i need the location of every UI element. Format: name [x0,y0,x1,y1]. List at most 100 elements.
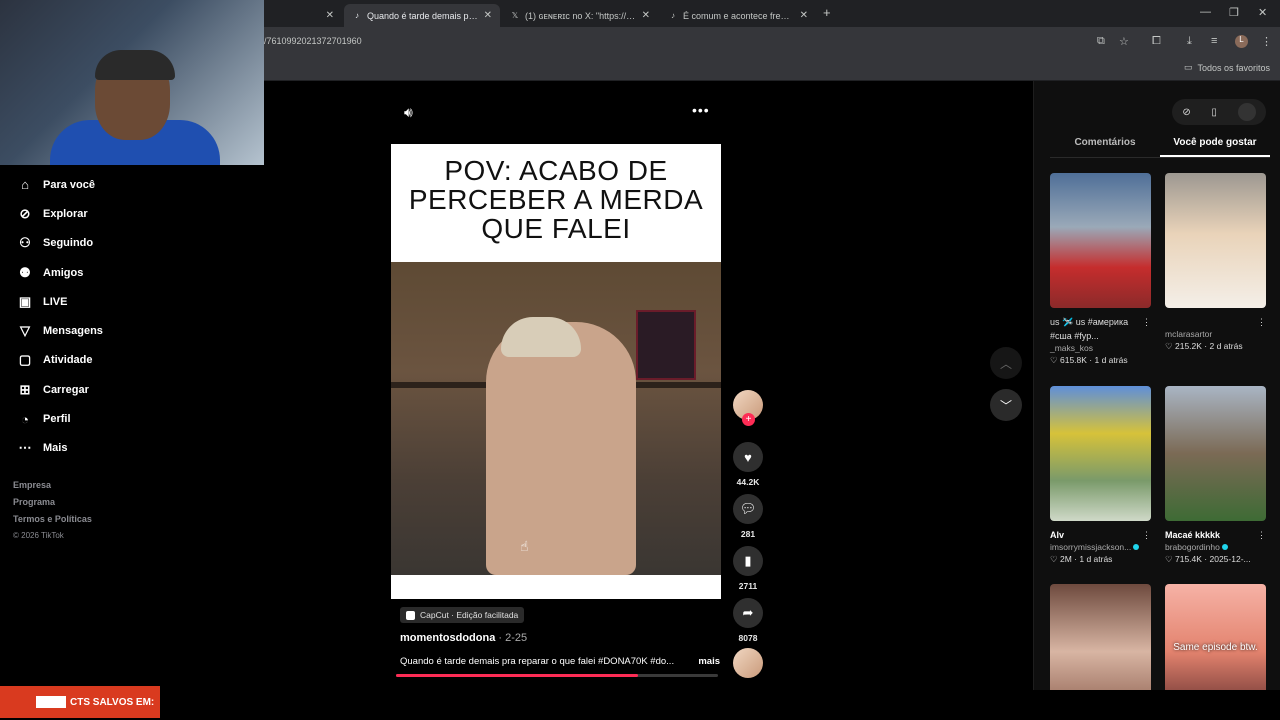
media-control-icon[interactable]: ≡ [1211,35,1217,47]
close-tab-icon[interactable]: ✕ [800,10,808,21]
heart-outline-icon: ♡ [1165,554,1175,564]
profile-avatar-icon[interactable]: L [1235,35,1248,48]
card-author[interactable]: imsorrymissjackson... [1050,542,1131,552]
description-more-button[interactable]: mais [698,656,720,667]
volume-icon[interactable]: 🔊︎ [404,104,413,121]
previous-video-button[interactable]: ︿ [990,347,1022,379]
save-action[interactable]: ▮ 2711 [732,546,764,591]
minimize-icon[interactable]: — [1200,6,1211,18]
sidebar-item-amigos[interactable]: ⚉ Amigos [0,258,160,287]
share-icon[interactable]: ➦ [733,598,763,628]
browser-tab-2[interactable]: 𝕏 (1) ɢᴇɴᴇʀɪᴄ no X: "https://t.co/f ✕ [502,4,658,27]
card-author[interactable]: _maks_kos [1050,343,1093,353]
recommended-video-card[interactable]: us 🛩️ us #америка #сша #fyp... ⋮ _maks_kos… [1050,173,1151,366]
sidebar-item-label: Carregar [43,383,89,396]
bookmark-icon[interactable]: ▮ [733,546,763,576]
sidebar-item-explorar[interactable]: ⊘ Explorar [0,199,160,228]
recommended-video-card[interactable]: Macaé kkkkk ⋮ brabogordinho ♡ 715.4K · 2025… [1165,386,1266,565]
card-date: 1 d atrás [1094,355,1128,365]
restore-icon[interactable]: ❐ [1229,6,1239,19]
comment-action[interactable]: 💬︎ 281 [732,494,764,539]
video-author[interactable]: momentosdodona [400,632,495,644]
recommended-video-card[interactable] [1050,584,1151,690]
all-bookmarks-button[interactable]: ▭ Todos os favoritos [1184,62,1270,73]
video-thumbnail[interactable] [1050,584,1151,690]
new-tab-button[interactable]: + [823,5,831,20]
capcut-tag[interactable]: CapCut · Edição facilitada [400,607,525,623]
like-action[interactable]: ♥ 44.2K [732,442,764,487]
card-menu-icon[interactable]: ⋮ [1142,315,1151,343]
heart-outline-icon: ♡ [1165,341,1175,351]
close-tab-icon[interactable]: ✕ [484,10,492,21]
share-action[interactable]: ➦ 8078 [732,598,764,643]
menu-kebab-icon[interactable]: ⋮ [1261,35,1272,48]
sidebar-item-perfil[interactable]: ◔ Perfil [0,404,160,433]
heart-outline-icon: ♡ [1050,355,1060,365]
card-likes: 2M [1059,554,1072,564]
recommended-video-card[interactable]: Alv ⋮ imsorrymissjackson... ♡ 2M · 1 d atrá… [1050,386,1151,565]
sidebar-item-mensagens[interactable]: ▽ Mensagens [0,316,160,345]
video-thumbnail[interactable]: Same episode btw. [1165,584,1266,690]
footer-link-programa[interactable]: Programa [13,497,92,507]
browser-tab-1[interactable]: ♪ Quando é tarde demais pra rep ✕ [344,4,500,27]
card-menu-icon[interactable]: ⋮ [1142,528,1151,542]
card-author[interactable]: brabogordinho [1165,542,1220,552]
video-actions: + ♥ 44.2K 💬︎ 281 ▮ 2711 ➦ 8078 [732,390,764,678]
extensions-icon[interactable]: ⧠ [1152,35,1161,48]
heart-icon[interactable]: ♥ [733,442,763,472]
user-avatar[interactable] [1237,103,1256,121]
follow-plus-icon[interactable]: + [742,413,755,426]
sidebar-item-label: Para você [43,178,95,191]
footer-link-termos[interactable]: Termos e Políticas [13,514,92,524]
install-app-icon[interactable]: ⧉ [1097,35,1105,48]
comment-icon[interactable]: 💬︎ [733,494,763,524]
video-more-options-icon[interactable]: ••• [692,102,710,118]
bookmark-star-icon[interactable]: ☆ [1119,35,1129,48]
activity-icon: ▢ [18,352,32,368]
compass-icon[interactable]: ⊘ [1182,107,1190,118]
video-player[interactable]: POV: ACABO DE PERCEBER A MERDA QUE FALEI [391,144,721,599]
upload-icon: ⊞ [19,381,31,397]
card-author-row: imsorrymissjackson... [1050,542,1151,552]
sidebar-item-para-voc-[interactable]: ⌂ Para você [0,170,160,199]
download-icon[interactable]: ⤓ [1187,35,1192,48]
sidebar-item-atividade[interactable]: ▢ Atividade [0,346,160,375]
close-window-icon[interactable]: ✕ [1258,6,1267,19]
sidebar-item-live[interactable]: ▣ LIVE [0,287,160,316]
sound-avatar[interactable] [733,648,763,678]
card-author[interactable]: mclarasartor [1165,329,1212,339]
sidebar-item-carregar[interactable]: ⊞ Carregar [0,375,160,404]
browser-tab-0[interactable]: ✕ [264,4,342,27]
card-menu-icon[interactable]: ⋮ [1257,315,1266,329]
sidebar-item-label: Perfil [43,413,71,426]
video-bottom-bar [391,575,721,599]
video-thumbnail[interactable] [1050,386,1151,521]
close-tab-icon[interactable]: ✕ [326,10,334,21]
next-video-button[interactable]: ﹀ [990,389,1022,421]
overlay-logo-icon [36,696,66,708]
sidebar-item-label: Amigos [43,266,84,279]
video-progress-bar[interactable] [396,674,718,677]
webcam-cap [95,50,175,80]
card-meta: ♡ 2M · 1 d atrás [1050,554,1151,565]
video-person [486,322,636,575]
video-thumbnail[interactable] [1165,173,1266,308]
sidebar-item-seguindo[interactable]: ⚇ Seguindo [0,229,160,258]
sidebar-item-mais[interactable]: ⋯ Mais [0,434,160,463]
browser-tab-3[interactable]: ♪ É comum e acontece frequente ✕ [660,4,816,27]
video-thumbnail[interactable] [1050,173,1151,308]
tab-voce-pode-gostar[interactable]: Você pode gostar [1160,137,1270,157]
recommended-video-card[interactable]: ⋮ mclarasartor ♡ 215.2K · 2 d atrás [1165,173,1266,352]
phone-icon[interactable]: ▯ [1211,107,1217,118]
footer-link-empresa[interactable]: Empresa [13,480,92,490]
tab-comentarios[interactable]: Comentários [1050,137,1160,157]
card-menu-icon[interactable]: ⋮ [1257,528,1266,542]
video-thumbnail[interactable] [1165,386,1266,521]
video-description: Quando é tarde demais pra reparar o que … [400,656,675,667]
recommended-video-card[interactable]: Same episode btw. [1165,584,1266,690]
close-tab-icon[interactable]: ✕ [642,10,650,21]
verified-badge-icon [1133,544,1140,550]
url-field[interactable]: /7610992021372701960 [264,36,362,46]
creator-avatar[interactable]: + [733,390,763,426]
sidebar-item-label: Atividade [43,354,93,367]
